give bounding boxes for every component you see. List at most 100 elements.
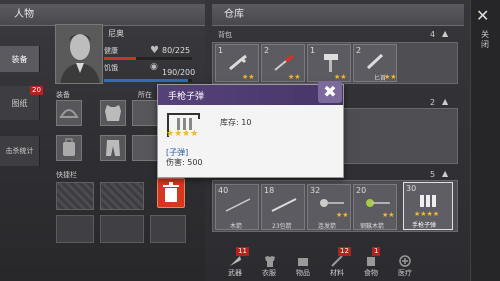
inv-count: 2 xyxy=(264,46,270,55)
quick-slot-3[interactable] xyxy=(56,215,94,243)
category-label: 武器 xyxy=(228,269,242,277)
inv-item-wood-arrow[interactable]: 40 木箭 xyxy=(215,184,259,230)
section3-chevron-icon[interactable]: ▲ xyxy=(442,169,448,178)
trash-button[interactable] xyxy=(157,178,185,208)
axe-icon xyxy=(230,256,241,266)
equip-slot-head[interactable] xyxy=(56,100,82,126)
hunger-icon: ◉ xyxy=(150,62,158,72)
equip-slot-extra[interactable] xyxy=(132,100,158,126)
item-stars: ★★ xyxy=(334,73,347,81)
item-stars: ★★ xyxy=(336,211,349,219)
inv-count: 18 xyxy=(264,186,275,195)
category-label: 医疗 xyxy=(398,269,412,277)
category-label: 衣服 xyxy=(262,269,276,277)
popup-stock-label: 库存: 10 xyxy=(220,118,252,127)
section2-count: 2 xyxy=(430,98,436,107)
category-badge: 11 xyxy=(236,247,249,256)
health-label: 健康 xyxy=(104,47,118,55)
section3-count: 5 xyxy=(430,170,436,179)
helmet-icon xyxy=(59,109,79,118)
tab-kill-stats[interactable]: 击杀统计 xyxy=(0,136,40,166)
item-stars: ★★ xyxy=(242,73,255,81)
hammer-icon xyxy=(324,54,338,72)
hunger-label: 饥饿 xyxy=(104,64,118,72)
category-clothes[interactable]: 衣服 xyxy=(252,248,286,278)
pants-icon xyxy=(106,140,120,156)
trash-icon xyxy=(163,182,179,202)
category-label: 食物 xyxy=(364,269,378,277)
category-badge: 12 xyxy=(338,247,351,256)
equip-slot-shoes[interactable] xyxy=(132,135,158,161)
storage-title: 仓库 xyxy=(224,9,244,20)
knife-icon xyxy=(366,53,384,70)
category-food[interactable]: 食物 xyxy=(354,248,388,278)
item-stars: ★★ xyxy=(384,73,397,81)
food-icon xyxy=(367,257,375,266)
item-label: 钢鏃木箭 xyxy=(360,223,385,230)
category-items[interactable]: 物品 xyxy=(286,248,320,278)
popup-close-button[interactable]: ✖ xyxy=(318,81,342,103)
category-label: 材料 xyxy=(330,269,344,277)
tab-blueprints-label: 图纸 xyxy=(11,98,28,108)
popup-damage-label: 伤害: 500 xyxy=(166,158,203,167)
section1-chevron-icon[interactable]: ▲ xyxy=(442,29,448,38)
inv-item-arrow-bundle[interactable]: 18 23包箭 xyxy=(261,184,305,230)
inv-item-knife[interactable]: 2 匕首 ★★ xyxy=(353,44,397,82)
pistol-bullet-icon xyxy=(420,195,436,207)
inv-count: 1 xyxy=(218,46,224,55)
equipment-label: 装备 xyxy=(56,91,70,99)
inv-item-hammer[interactable]: 1 ★★ xyxy=(307,44,351,82)
equip-slot-body[interactable] xyxy=(100,100,126,126)
item-label: 手枪子弹 xyxy=(412,222,437,229)
inv-item-steel-arrow[interactable]: 20 ★★ 钢鏃木箭 xyxy=(353,184,397,230)
vest-icon xyxy=(105,105,121,121)
inv-item-repeat-arrow[interactable]: 32 ★★ 连发箭 xyxy=(307,184,351,230)
item-label: 木箭 xyxy=(230,223,243,230)
equipment-sub-label: 所在 xyxy=(138,91,152,99)
category-label: 物品 xyxy=(296,269,310,277)
item-detail-popup: 手枪子弹 ✖ ★★★★ 库存: 10 [子弹] 伤害: 500 xyxy=(157,81,344,178)
inv-count: 20 xyxy=(356,186,367,195)
inv-item-pistol-bullet[interactable]: 30 ★★★★ 手枪子弹 xyxy=(403,182,453,230)
hunger-bar xyxy=(104,79,192,82)
character-title: 人物 xyxy=(14,9,34,20)
ammo-icon xyxy=(320,199,344,207)
hunger-value: 190/200 xyxy=(162,68,196,77)
category-medical[interactable]: 医疗 xyxy=(388,248,422,278)
section1-label: 背包 xyxy=(218,31,232,39)
popup-item-frame-corner xyxy=(194,113,200,119)
shirt-icon xyxy=(265,256,275,267)
hunger-bar-fill xyxy=(104,79,188,82)
quick-slot-2[interactable] xyxy=(100,182,144,210)
quick-slot-4[interactable] xyxy=(100,215,144,243)
health-bar-fill xyxy=(104,57,136,60)
quick-slot-5[interactable] xyxy=(150,215,186,243)
avatar xyxy=(56,25,102,83)
equip-slot-backpack[interactable] xyxy=(56,135,82,161)
section2-chevron-icon[interactable]: ▲ xyxy=(442,97,448,106)
close-icon[interactable]: ✕ xyxy=(476,6,489,25)
inv-count: 30 xyxy=(406,184,417,193)
tab-equipment[interactable]: 装备 xyxy=(0,46,40,72)
inv-item-screwdriver[interactable]: 2 ★★ xyxy=(261,44,305,82)
close-label: 关闭 xyxy=(481,30,489,49)
quick-slot-1[interactable] xyxy=(56,182,94,210)
arrow-bundle-icon xyxy=(271,198,297,212)
wrench-icon xyxy=(229,54,247,71)
heart-icon: ♥ xyxy=(150,45,159,56)
tab-kill-stats-label: 击杀统计 xyxy=(5,147,34,155)
health-value: 80/225 xyxy=(162,46,191,55)
popup-stars: ★★★★ xyxy=(166,129,199,139)
inv-count: 1 xyxy=(310,46,316,55)
backpack-icon xyxy=(63,138,75,156)
arrow-icon xyxy=(225,198,251,212)
steel-arrow-icon xyxy=(366,199,390,207)
item-stars: ★★ xyxy=(382,211,395,219)
item-stars: ★★★★ xyxy=(414,210,440,218)
inv-item-wrench[interactable]: 1 ★★ xyxy=(215,44,259,82)
inv-count: 40 xyxy=(218,186,229,195)
tab-blueprints-badge: 20 xyxy=(30,86,43,95)
category-badge: 1 xyxy=(372,247,381,256)
equip-slot-pants[interactable] xyxy=(100,135,126,161)
inv-count: 2 xyxy=(356,46,362,55)
